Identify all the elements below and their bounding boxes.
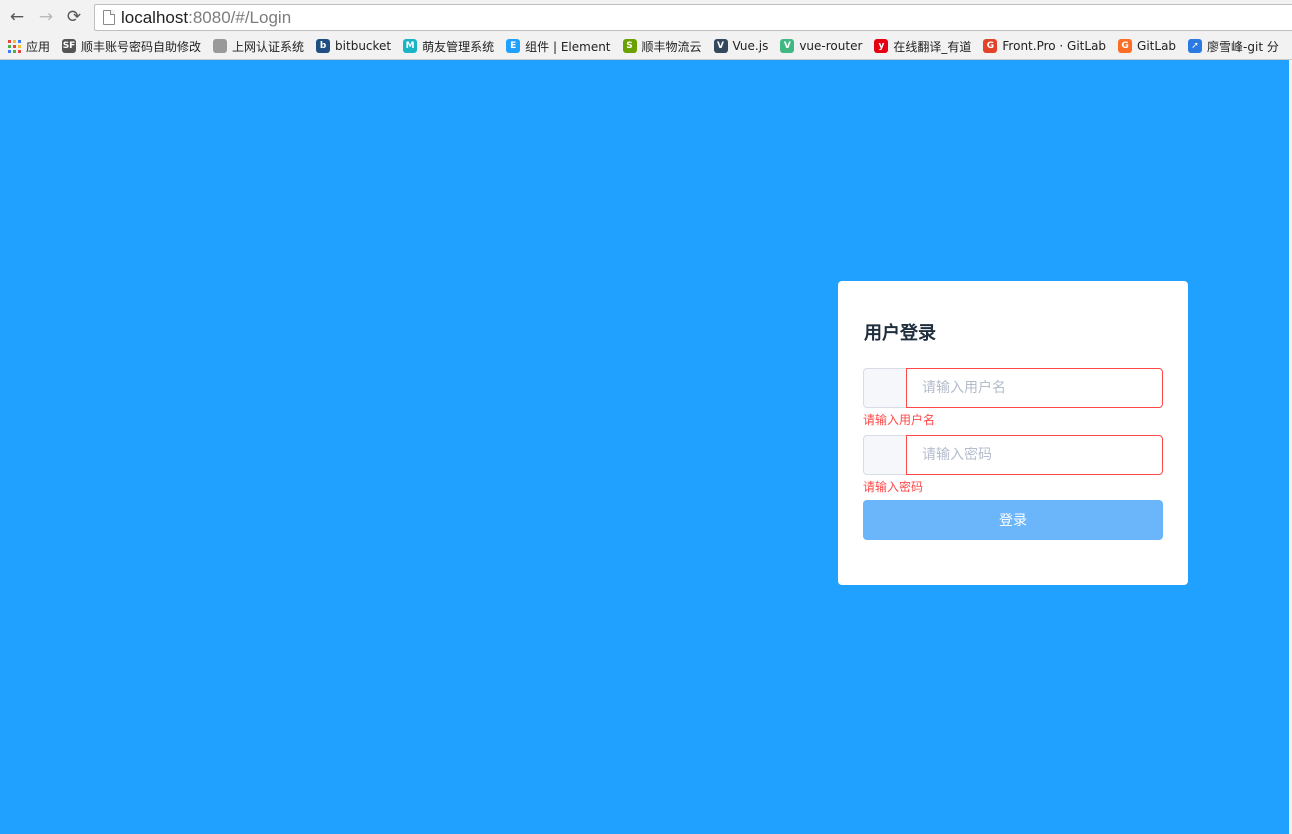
username-error: 请输入用户名 — [863, 413, 936, 427]
bookmark-label: 上网认证系统 — [232, 39, 305, 54]
grid-dot — [8, 49, 11, 53]
vue-icon: V — [780, 39, 795, 53]
sf-logo-icon: SF — [62, 39, 77, 53]
bookmark-label: 在线翻译_有道 — [893, 39, 972, 54]
vue-icon: V — [713, 39, 728, 53]
bookmark-label: 组件 | Element — [525, 39, 611, 54]
url-path: :8080/#/Login — [188, 7, 292, 27]
reload-button[interactable]: ⟳ — [63, 6, 85, 28]
page-icon — [103, 10, 115, 25]
bookmark-item[interactable]: M 萌友管理系统 — [403, 38, 494, 55]
forward-button[interactable]: → — [35, 6, 57, 28]
gitlab-icon: G — [1118, 39, 1133, 53]
gitlab-icon: G — [983, 39, 998, 53]
bookmark-label: Vue.js — [732, 39, 769, 53]
bookmark-item[interactable]: b bitbucket — [316, 39, 391, 53]
grid-dot — [18, 49, 21, 53]
username-field — [863, 368, 1163, 408]
bookmark-label: 应用 — [26, 39, 51, 54]
grid-dot — [8, 44, 11, 48]
login-card: 用户登录 请输入用户名 请输入密码 登录 — [838, 281, 1188, 585]
password-error: 请输入密码 — [863, 480, 924, 494]
back-button[interactable]: ← — [6, 6, 28, 28]
grid-dot — [13, 49, 16, 53]
bookmark-item[interactable]: E 组件 | Element — [506, 38, 611, 55]
bookmark-item[interactable]: ➚ 廖雪峰-git 分 — [1188, 38, 1279, 55]
grid-dot — [8, 39, 11, 43]
element-icon: E — [506, 39, 521, 53]
bookmark-item[interactable]: 上网认证系统 — [213, 38, 304, 55]
bookmark-item[interactable]: S 顺丰物流云 — [622, 38, 702, 55]
bookmark-label: 顺丰物流云 — [641, 39, 702, 54]
grid-dot — [18, 39, 21, 43]
password-input[interactable] — [906, 435, 1163, 475]
bookmark-label: GitLab — [1137, 39, 1177, 53]
address-bar[interactable]: localhost:8080/#/Login — [94, 4, 1292, 31]
password-prepend — [863, 435, 906, 475]
login-button[interactable]: 登录 — [863, 500, 1163, 540]
bookmark-item[interactable]: SF 顺丰账号密码自助修改 — [62, 38, 201, 55]
m-logo-icon: M — [403, 39, 418, 53]
sf-cloud-icon: S — [622, 39, 637, 53]
bookmark-label: 顺丰账号密码自助修改 — [81, 39, 202, 54]
bookmark-item[interactable]: G GitLab — [1118, 39, 1176, 53]
bitbucket-icon: b — [316, 39, 331, 53]
apps-grid-icon — [8, 39, 21, 53]
page-background: 用户登录 请输入用户名 请输入密码 登录 — [0, 60, 1289, 834]
grid-dot — [18, 44, 21, 48]
bookmark-label: Front.Pro · GitLab — [1002, 39, 1107, 53]
bookmark-label: bitbucket — [335, 39, 392, 53]
username-prepend — [863, 368, 906, 408]
url-host: localhost — [121, 7, 189, 27]
bookmarks-bar: 应用 SF 顺丰账号密码自助修改 上网认证系统 b bitbucket M 萌友管理系统 E 组件… — [0, 34, 1292, 58]
page-icon — [213, 39, 228, 53]
password-field — [863, 435, 1163, 475]
grid-dot — [13, 39, 16, 43]
grid-dot — [13, 44, 16, 48]
browser-chrome: ← → ⟳ localhost:8080/#/Login 应用 SF 顺丰账号密码自… — [0, 0, 1292, 60]
login-title: 用户登录 — [864, 323, 936, 344]
address-url: localhost:8080/#/Login — [121, 8, 291, 28]
bookmark-item[interactable]: y 在线翻译_有道 — [874, 38, 971, 55]
youdao-icon: y — [874, 39, 889, 53]
bookmark-item[interactable]: Vvue-router — [780, 39, 862, 53]
reload-icon: ⟳ — [66, 7, 82, 27]
username-input[interactable] — [906, 368, 1163, 408]
arrow-left-icon: ← — [9, 7, 25, 27]
bookmark-item[interactable]: G Front.Pro · GitLab — [983, 39, 1106, 53]
bookmark-item[interactable]: 应用 — [8, 38, 50, 55]
rocket-icon: ➚ — [1188, 39, 1203, 53]
browser-toolbar: ← → ⟳ localhost:8080/#/Login — [0, 0, 1292, 34]
bookmark-label: 萌友管理系统 — [422, 39, 495, 54]
arrow-right-icon: → — [38, 7, 54, 27]
bookmark-label: 廖雪峰-git 分 — [1207, 39, 1279, 54]
bookmark-item[interactable]: V Vue.js — [713, 39, 769, 53]
bookmark-label: vue-router — [799, 39, 863, 53]
